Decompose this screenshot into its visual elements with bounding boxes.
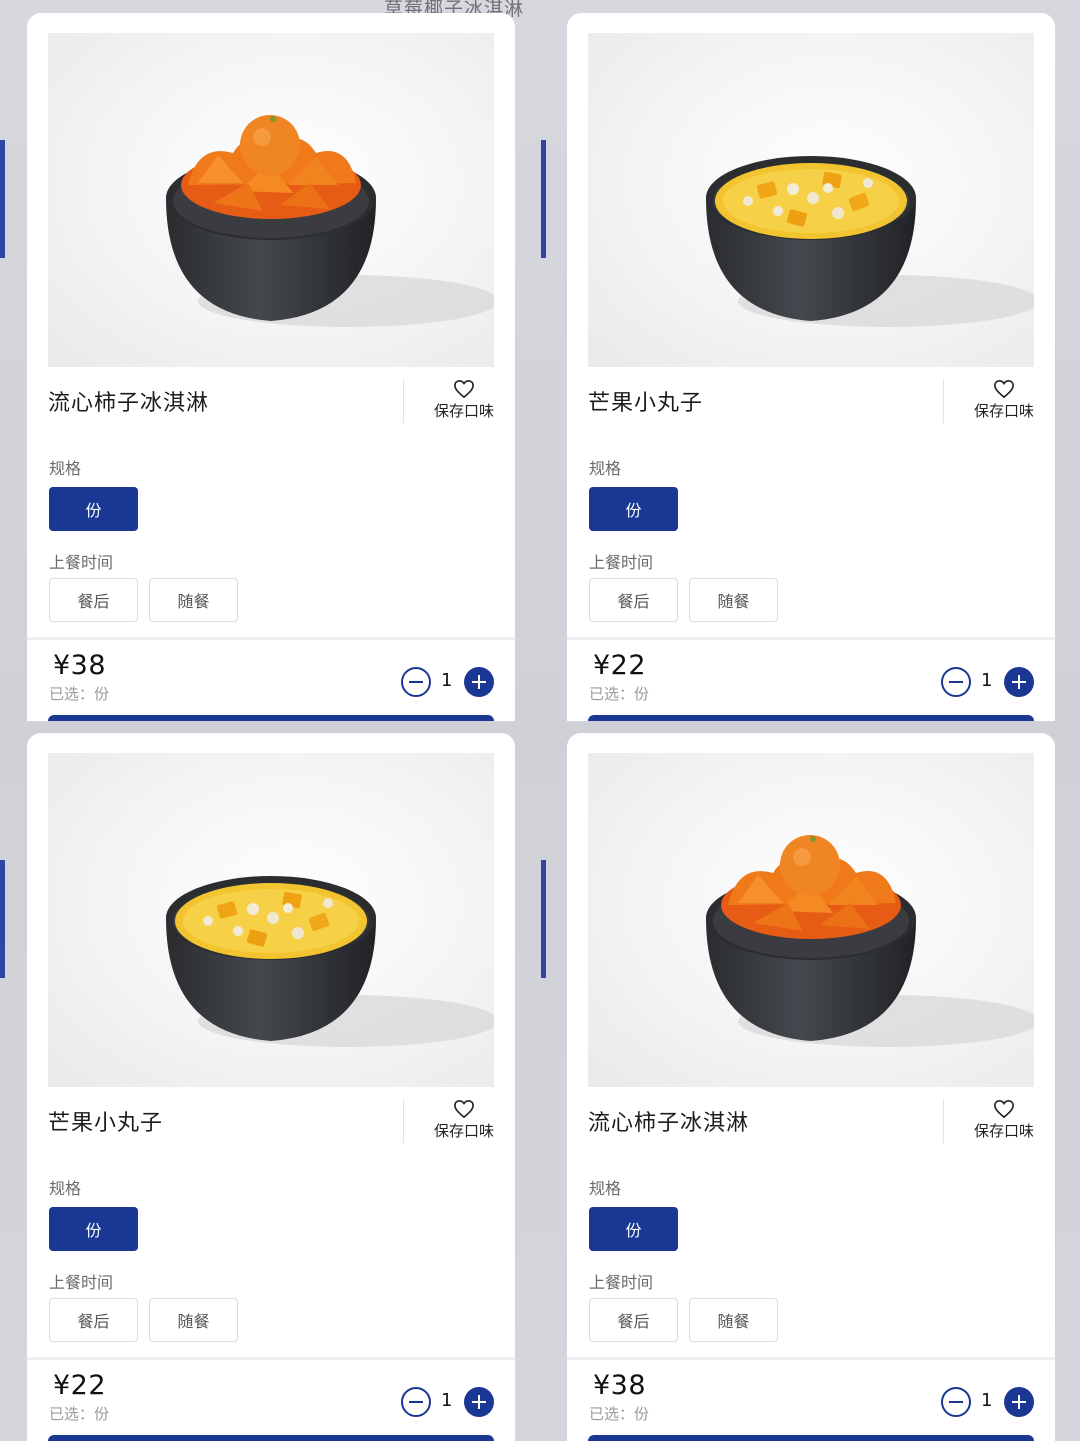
increase-quantity-button[interactable] (1004, 667, 1034, 697)
save-flavor-label: 保存口味 (973, 402, 1034, 420)
serve-after-meal-button[interactable]: 餐后 (589, 578, 678, 622)
save-flavor-button[interactable]: 保存口味 (959, 1099, 1049, 1141)
increase-quantity-button[interactable] (464, 1387, 494, 1417)
serve-with-meal-button[interactable]: 随餐 (689, 1298, 778, 1342)
add-to-order-button[interactable] (48, 715, 494, 721)
decrease-quantity-button[interactable] (401, 667, 431, 697)
divider (943, 379, 944, 423)
heart-icon (994, 1099, 1014, 1119)
save-flavor-label: 保存口味 (433, 402, 494, 420)
serve-time-label: 上餐时间 (589, 1273, 654, 1292)
dish-name: 芒果小丸子 (588, 391, 704, 416)
dish-photo (48, 33, 494, 367)
order-bar: ¥38 已选：份 1 (27, 637, 515, 721)
decrease-quantity-button[interactable] (401, 1387, 431, 1417)
save-flavor-button[interactable]: 保存口味 (959, 379, 1049, 421)
divider (403, 1099, 404, 1143)
heart-icon (454, 1099, 474, 1119)
dish-name: 芒果小丸子 (48, 1111, 164, 1136)
serve-with-meal-button[interactable]: 随餐 (149, 1298, 238, 1342)
spec-label: 规格 (49, 1179, 82, 1198)
add-to-order-button[interactable] (588, 715, 1034, 721)
spec-option-portion[interactable]: 份 (49, 1207, 138, 1251)
price: ¥38 (593, 1370, 647, 1401)
quantity-value: 1 (441, 670, 453, 691)
selected-summary: 已选：份 (589, 685, 650, 703)
background-accent-strip (0, 860, 5, 978)
background-accent-strip (541, 140, 546, 258)
background-accent-strip (0, 140, 5, 258)
selected-summary: 已选：份 (49, 1405, 110, 1423)
divider (403, 379, 404, 423)
add-to-order-button[interactable] (588, 1435, 1034, 1441)
price: ¥38 (53, 650, 107, 681)
spec-label: 规格 (49, 459, 82, 478)
heart-icon (454, 379, 474, 399)
order-bar: ¥22 已选：份 1 (27, 1357, 515, 1441)
dish-name: 流心柿子冰淇淋 (588, 1111, 750, 1136)
spec-label: 规格 (589, 459, 622, 478)
decrease-quantity-button[interactable] (941, 1387, 971, 1417)
divider (943, 1099, 944, 1143)
serve-after-meal-button[interactable]: 餐后 (49, 578, 138, 622)
background-accent-strip (541, 860, 546, 978)
mango-bowl-illustration (706, 156, 1034, 327)
save-flavor-button[interactable]: 保存口味 (419, 1099, 509, 1141)
quantity-value: 1 (981, 1390, 993, 1411)
dish-photo (48, 753, 494, 1087)
price: ¥22 (53, 1370, 107, 1401)
add-to-order-button[interactable] (48, 1435, 494, 1441)
mango-bowl-illustration (166, 876, 494, 1047)
selected-summary: 已选：份 (589, 1405, 650, 1423)
serve-time-label: 上餐时间 (49, 1273, 114, 1292)
dish-detail-panel: 流心柿子冰淇淋 保存口味 规格 份 上餐时间 餐后 随餐 ¥38 已选：份 1 (27, 13, 515, 721)
spec-option-portion[interactable]: 份 (589, 487, 678, 531)
serve-with-meal-button[interactable]: 随餐 (149, 578, 238, 622)
quantity-value: 1 (441, 1390, 453, 1411)
spec-option-portion[interactable]: 份 (49, 487, 138, 531)
serve-after-meal-button[interactable]: 餐后 (49, 1298, 138, 1342)
persimmon-bowl-illustration (706, 835, 1034, 1047)
save-flavor-label: 保存口味 (973, 1122, 1034, 1140)
dish-photo (588, 753, 1034, 1087)
spec-option-portion[interactable]: 份 (589, 1207, 678, 1251)
quantity-value: 1 (981, 670, 993, 691)
increase-quantity-button[interactable] (1004, 1387, 1034, 1417)
increase-quantity-button[interactable] (464, 667, 494, 697)
persimmon-bowl-illustration (166, 115, 494, 327)
spec-label: 规格 (589, 1179, 622, 1198)
serve-time-label: 上餐时间 (49, 553, 114, 572)
serve-after-meal-button[interactable]: 餐后 (589, 1298, 678, 1342)
decrease-quantity-button[interactable] (941, 667, 971, 697)
order-bar: ¥22 已选：份 1 (567, 637, 1055, 721)
order-bar: ¥38 已选：份 1 (567, 1357, 1055, 1441)
price: ¥22 (593, 650, 647, 681)
dish-name: 流心柿子冰淇淋 (48, 391, 210, 416)
serve-time-label: 上餐时间 (589, 553, 654, 572)
dish-detail-panel: 流心柿子冰淇淋 保存口味 规格 份 上餐时间 餐后 随餐 ¥38 已选：份 1 (567, 733, 1055, 1441)
serve-with-meal-button[interactable]: 随餐 (689, 578, 778, 622)
selected-summary: 已选：份 (49, 685, 110, 703)
dish-photo (588, 33, 1034, 367)
save-flavor-label: 保存口味 (433, 1122, 494, 1140)
dish-detail-panel: 芒果小丸子 保存口味 规格 份 上餐时间 餐后 随餐 ¥22 已选：份 1 (567, 13, 1055, 721)
save-flavor-button[interactable]: 保存口味 (419, 379, 509, 421)
heart-icon (994, 379, 1014, 399)
dish-detail-panel: 芒果小丸子 保存口味 规格 份 上餐时间 餐后 随餐 ¥22 已选：份 1 (27, 733, 515, 1441)
